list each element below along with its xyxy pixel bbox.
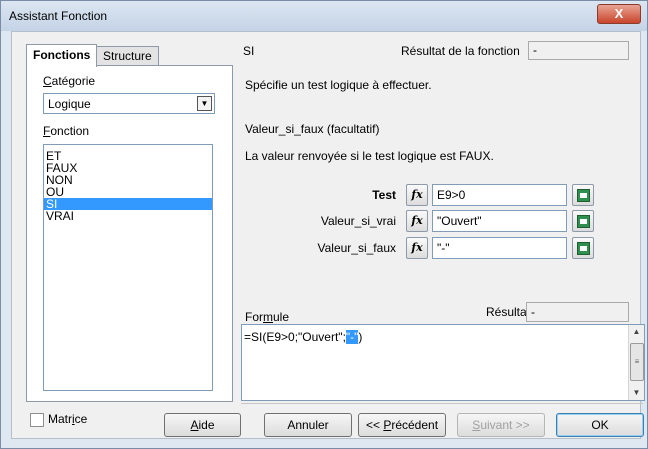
title-bar[interactable]: Assistant Fonction X bbox=[1, 1, 647, 31]
chevron-down-icon[interactable]: ▼ bbox=[197, 96, 212, 111]
list-item[interactable]: VRAI bbox=[44, 210, 212, 222]
function-wizard-dialog: Assistant Fonction X Fonctions Structure… bbox=[0, 0, 648, 449]
separator bbox=[241, 403, 643, 404]
cancel-button[interactable]: Annuler bbox=[264, 413, 352, 437]
ok-button[interactable]: OK bbox=[556, 413, 644, 437]
function-result-field: - bbox=[528, 41, 629, 60]
shrink-dialog-button[interactable] bbox=[572, 210, 594, 232]
argument-input[interactable]: "-" bbox=[432, 237, 567, 259]
formula-result-field: - bbox=[526, 302, 629, 322]
argument-input[interactable]: "Ouvert" bbox=[432, 210, 567, 232]
scroll-up-icon[interactable]: ▲ bbox=[629, 325, 644, 339]
formula-text: =SI(E9>0;"Ouvert";"-") bbox=[244, 330, 363, 344]
function-label: Fonction bbox=[43, 124, 90, 138]
list-item[interactable]: NON bbox=[44, 174, 212, 186]
function-result-label: Résultat de la fonction bbox=[401, 44, 520, 58]
category-label: Catégorie bbox=[43, 74, 96, 88]
argument-input[interactable]: E9>0 bbox=[432, 184, 567, 206]
formula-result-label: Résultat bbox=[486, 305, 531, 319]
fx-icon: fx bbox=[411, 188, 423, 201]
formula-label: Formule bbox=[245, 310, 290, 324]
argument-label: Valeur_si_vrai bbox=[320, 214, 396, 228]
close-icon: X bbox=[614, 6, 624, 21]
function-list[interactable]: ET FAUX NON OU SI VRAI bbox=[43, 144, 213, 391]
function-fx-button[interactable]: fx bbox=[406, 210, 428, 232]
function-name: SI bbox=[243, 44, 255, 58]
tab-functions[interactable]: Fonctions bbox=[26, 44, 98, 67]
parameter-title: Valeur_si_faux (facultatif) bbox=[245, 122, 380, 136]
matrix-label: Matrice bbox=[48, 412, 88, 426]
select-range-icon bbox=[577, 242, 590, 255]
window-title: Assistant Fonction bbox=[9, 9, 108, 23]
close-button[interactable]: X bbox=[597, 4, 641, 24]
previous-button[interactable]: << Précédent bbox=[358, 413, 446, 437]
argument-value: E9>0 bbox=[437, 188, 466, 202]
next-button[interactable]: Suivant >> bbox=[457, 413, 545, 437]
shrink-dialog-button[interactable] bbox=[572, 237, 594, 259]
tab-structure[interactable]: Structure bbox=[96, 46, 159, 66]
argument-label: Valeur_si_faux bbox=[317, 241, 397, 255]
help-button[interactable]: Aide bbox=[164, 413, 241, 437]
dialog-body: Fonctions Structure Catégorie Logique ▼ … bbox=[11, 31, 645, 439]
matrix-checkbox[interactable] bbox=[30, 413, 44, 427]
argument-label: Test bbox=[372, 188, 396, 202]
scroll-thumb[interactable]: ≡ bbox=[630, 343, 644, 381]
formula-scrollbar[interactable]: ▲ ≡ ▼ bbox=[628, 325, 644, 400]
select-range-icon bbox=[577, 215, 590, 228]
shrink-dialog-button[interactable] bbox=[572, 184, 594, 206]
fx-icon: fx bbox=[411, 214, 423, 227]
fx-icon: fx bbox=[411, 241, 423, 254]
scroll-down-icon[interactable]: ▼ bbox=[629, 386, 644, 400]
list-item[interactable]: OU bbox=[44, 186, 212, 198]
function-fx-button[interactable]: fx bbox=[406, 184, 428, 206]
functions-tab-panel: Catégorie Logique ▼ Fonction ET FAUX NON OU… bbox=[26, 65, 233, 402]
parameter-description: La valeur renvoyée si le test logique es… bbox=[245, 149, 494, 163]
function-fx-button[interactable]: fx bbox=[406, 237, 428, 259]
argument-value: "-" bbox=[437, 241, 450, 255]
category-select[interactable]: Logique ▼ bbox=[43, 93, 215, 114]
function-description: Spécifie un test logique à effectuer. bbox=[245, 78, 432, 92]
argument-value: "Ouvert" bbox=[437, 214, 482, 228]
select-range-icon bbox=[577, 189, 590, 202]
formula-editor[interactable]: =SI(E9>0;"Ouvert";"-") ▲ ≡ ▼ bbox=[241, 324, 645, 401]
